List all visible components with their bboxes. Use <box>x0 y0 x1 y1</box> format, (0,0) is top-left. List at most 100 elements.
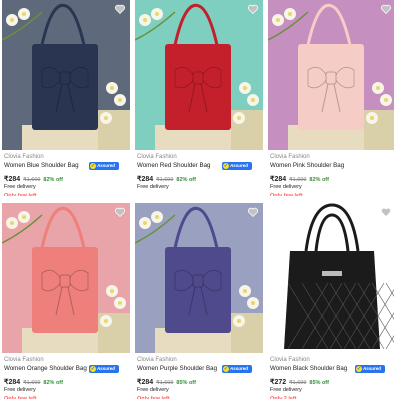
product-brand: Clovia Fashion <box>270 154 310 160</box>
product-image-wrap[interactable] <box>268 203 394 353</box>
assured-check-icon: ✓ <box>90 163 96 169</box>
flower-decoration <box>247 297 259 309</box>
flower-decoration <box>239 82 251 94</box>
assured-check-icon: ✓ <box>223 366 229 372</box>
bag-body <box>298 44 364 130</box>
bag-body <box>165 247 231 333</box>
flower-decoration <box>18 8 30 20</box>
flower-decoration <box>106 82 118 94</box>
assured-check-icon: ✓ <box>223 163 229 169</box>
product-price: ₹284 <box>137 176 154 183</box>
delivery-info: Free delivery <box>4 184 36 190</box>
flower-decoration <box>114 94 126 106</box>
product-brand: Clovia Fashion <box>270 357 310 363</box>
assured-check-icon: ✓ <box>90 366 96 372</box>
product-image[interactable] <box>2 203 130 353</box>
product-card[interactable]: Clovia Fashion Women Orange Shoulder Bag ✓… <box>2 203 130 399</box>
price-row: ₹284 ₹1,699 82% off <box>137 172 263 183</box>
price-row: ₹284 ₹1,699 85% off <box>137 375 263 386</box>
product-card[interactable]: Clovia Fashion Women Black Shoulder Bag ✓ A… <box>268 203 394 399</box>
discount-label: 82% off <box>43 380 63 386</box>
assured-badge: ✓ Assured <box>89 162 119 170</box>
flower-decoration <box>100 112 112 124</box>
product-title[interactable]: Women Pink Shoulder Bag <box>270 161 394 170</box>
flower-decoration <box>284 8 296 20</box>
assured-label: Assured <box>97 366 116 371</box>
assured-badge: ✓ Assured <box>222 365 252 373</box>
product-brand: Clovia Fashion <box>137 357 177 363</box>
price-row: ₹284 ₹1,699 82% off <box>270 172 394 183</box>
assured-label: Assured <box>363 366 382 371</box>
flower-decoration <box>6 217 18 229</box>
delivery-info: Free delivery <box>270 184 302 190</box>
assured-label: Assured <box>230 366 249 371</box>
product-card[interactable]: Clovia Fashion Women Pink Shoulder Bag ₹28… <box>268 0 394 196</box>
flower-decoration <box>139 217 151 229</box>
product-price: ₹284 <box>4 176 21 183</box>
flower-decoration <box>151 8 163 20</box>
product-card[interactable]: Clovia Fashion Women Purple Shoulder Bag ✓… <box>135 203 263 399</box>
stock-status: Only few left <box>4 193 37 196</box>
product-brand: Clovia Fashion <box>137 154 177 160</box>
assured-badge: ✓ Assured <box>222 162 252 170</box>
flower-decoration <box>106 285 118 297</box>
product-info: Clovia Fashion Women Black Shoulder Bag ✓ A… <box>270 356 394 399</box>
product-info: Clovia Fashion Women Orange Shoulder Bag ✓… <box>4 356 130 399</box>
assured-label: Assured <box>97 163 116 168</box>
product-info: Clovia Fashion Women Pink Shoulder Bag ₹28… <box>270 153 394 196</box>
discount-label: 85% off <box>309 380 329 386</box>
flower-decoration <box>366 112 378 124</box>
product-brand: Clovia Fashion <box>4 154 44 160</box>
product-image-wrap[interactable] <box>268 0 394 150</box>
product-price: ₹284 <box>4 379 21 386</box>
flower-decoration <box>151 211 163 223</box>
product-card[interactable]: Clovia Fashion Women Red Shoulder Bag ✓ Ass… <box>135 0 263 196</box>
flower-decoration <box>247 94 259 106</box>
assured-label: Assured <box>230 163 249 168</box>
product-image-wrap[interactable] <box>135 0 263 150</box>
delivery-info: Free delivery <box>270 387 302 393</box>
delivery-info: Free delivery <box>137 184 169 190</box>
wishlist-heart-icon[interactable] <box>380 206 392 218</box>
wishlist-heart-icon[interactable] <box>114 206 126 218</box>
product-image[interactable] <box>135 203 263 353</box>
product-price: ₹284 <box>270 176 287 183</box>
flower-decoration <box>272 14 284 26</box>
product-image[interactable] <box>135 0 263 150</box>
flower-decoration <box>233 315 245 327</box>
product-image[interactable] <box>2 0 130 150</box>
product-image-wrap[interactable] <box>2 0 130 150</box>
flower-decoration <box>239 285 251 297</box>
stock-status: Only few left <box>137 396 170 399</box>
bag-body <box>32 247 98 333</box>
stock-status: Only few left <box>4 396 37 399</box>
flower-decoration <box>233 112 245 124</box>
wishlist-heart-icon[interactable] <box>247 3 259 15</box>
delivery-info: Free delivery <box>4 387 36 393</box>
product-info: Clovia Fashion Women Red Shoulder Bag ✓ Ass… <box>137 153 263 192</box>
price-row: ₹284 ₹1,699 82% off <box>4 172 130 183</box>
assured-badge: ✓ Assured <box>89 365 119 373</box>
discount-label: 82% off <box>309 177 329 183</box>
assured-check-icon: ✓ <box>356 366 362 372</box>
product-card[interactable]: Clovia Fashion Women Blue Shoulder Bag ✓ As… <box>2 0 130 196</box>
product-image-wrap[interactable] <box>2 203 130 353</box>
wishlist-heart-icon[interactable] <box>247 206 259 218</box>
flower-decoration <box>139 14 151 26</box>
product-price: ₹272 <box>270 379 287 386</box>
bag-clasp <box>322 271 342 276</box>
product-image[interactable] <box>268 203 394 353</box>
delivery-info: Free delivery <box>137 387 169 393</box>
flower-decoration <box>100 315 112 327</box>
assured-badge: ✓ Assured <box>355 365 385 373</box>
flower-decoration <box>114 297 126 309</box>
wishlist-heart-icon[interactable] <box>380 3 392 15</box>
discount-label: 85% off <box>176 380 196 386</box>
wishlist-heart-icon[interactable] <box>114 3 126 15</box>
product-image-wrap[interactable] <box>135 203 263 353</box>
stock-status: Only 2 left <box>270 396 297 399</box>
discount-label: 82% off <box>43 177 63 183</box>
flower-decoration <box>6 14 18 26</box>
stock-status: Only few left <box>270 193 303 196</box>
product-image[interactable] <box>268 0 394 150</box>
